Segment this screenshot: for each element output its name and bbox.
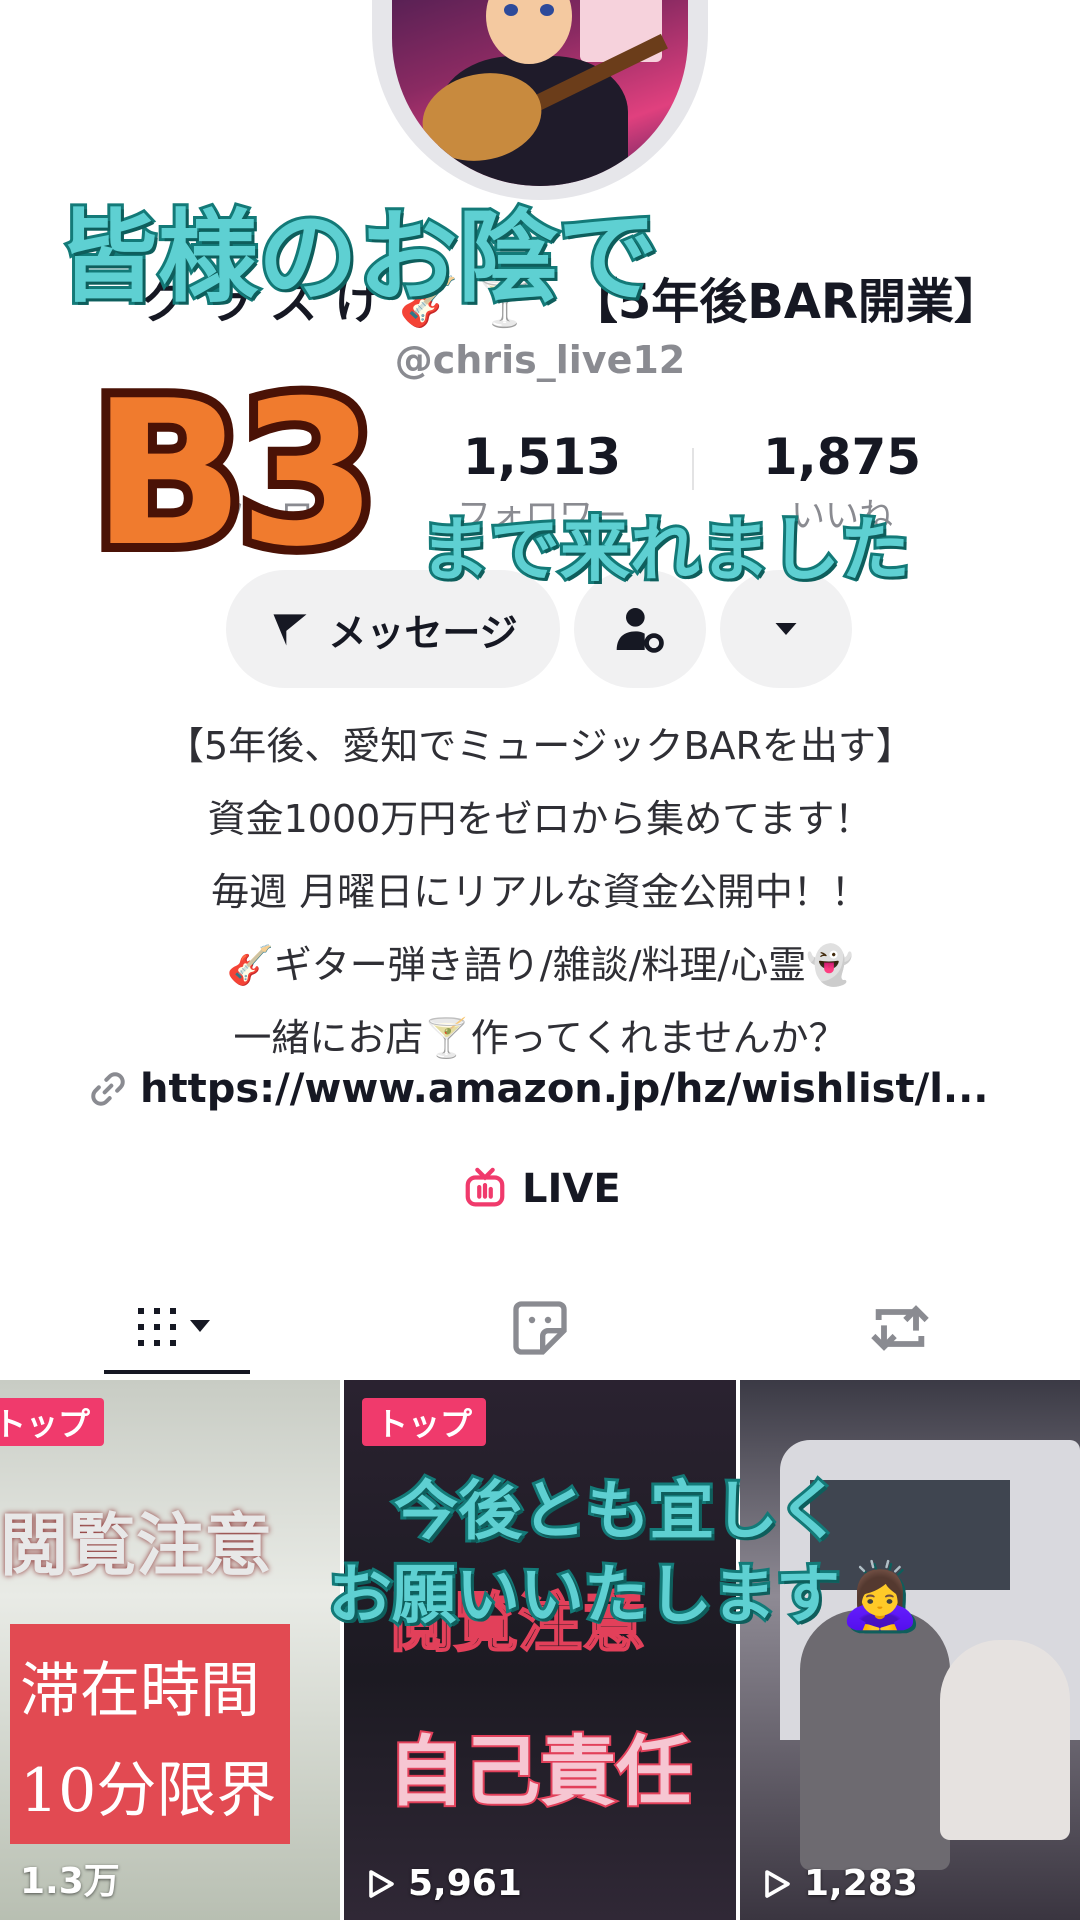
live-label: LIVE	[522, 1166, 621, 1212]
view-count-value: 1,283	[804, 1863, 918, 1904]
sticker-icon	[513, 1301, 567, 1355]
video-thumbnail[interactable]: トップ 閲覧注意 滞在時間 10分限界 1.3万	[0, 1380, 340, 1920]
play-icon	[369, 1869, 394, 1898]
bio-line: 一緒にお店🍸作ってくれませんか？	[233, 1016, 847, 1060]
thumbnail-text: 滞在時間	[20, 1656, 260, 1726]
avatar-face	[486, 0, 572, 64]
bio-line: 資金1000万円をゼロから集めてます！	[207, 797, 873, 841]
view-count-value: 5,961	[408, 1863, 522, 1904]
view-count: 1.3万	[20, 1852, 120, 1904]
thumbnail-text: 10分限界	[20, 1756, 277, 1826]
overlay-caption: 皆様のお陰で	[55, 196, 661, 319]
thumbnail-person	[800, 1610, 950, 1870]
bio-line: 【5年後、愛知でミュージックBARを出す】	[166, 724, 914, 768]
likes-count[interactable]: 1,875	[712, 428, 972, 486]
bio-line: 🎸ギター弾き語り/雑談/料理/心霊👻	[226, 943, 854, 987]
view-count: 5,961	[362, 1863, 522, 1904]
follower-count[interactable]: 1,513	[412, 428, 672, 486]
view-count-value: 1.3万	[20, 1861, 120, 1902]
repost-icon	[871, 1305, 929, 1351]
thumbnail-text: 自己責任	[386, 1725, 694, 1818]
profile-tabs	[0, 1280, 1080, 1376]
tab-videos[interactable]	[0, 1280, 360, 1376]
thumbnail-text: 閲覧注意	[0, 1506, 273, 1586]
bio-line: 毎週 月曜日にリアルな資金公開中！！	[211, 870, 869, 914]
stat-divider	[692, 448, 694, 490]
top-badge: トップ	[0, 1398, 105, 1446]
message-label: メッセージ	[328, 610, 518, 655]
videos-grid-icon	[138, 1308, 210, 1346]
play-icon	[765, 1869, 790, 1898]
profile-link[interactable]: https://www.amazon.jp/hz/wishlist/l...	[88, 1066, 989, 1112]
link-icon	[91, 1072, 125, 1106]
profile-link-text: https://www.amazon.jp/hz/wishlist/l...	[140, 1066, 989, 1112]
active-tab-indicator	[104, 1370, 250, 1374]
tv-live-icon	[465, 1167, 505, 1207]
top-badge: トップ	[362, 1398, 487, 1446]
avatar-eye	[540, 4, 554, 16]
thumbnail-person	[940, 1640, 1070, 1840]
tab-favorites[interactable]	[360, 1280, 720, 1376]
chevron-down-icon	[775, 623, 797, 635]
overlay-caption: 今後とも宜しく	[391, 1472, 845, 1552]
avatar-eye	[504, 4, 518, 16]
overlay-b3-text: B3	[83, 358, 387, 591]
overlay-caption: お願いいたします🙇‍♀️	[325, 1556, 923, 1636]
tab-reposts[interactable]	[720, 1280, 1080, 1376]
send-icon	[273, 614, 307, 646]
user-gear-icon	[616, 608, 664, 653]
view-count: 1,283	[758, 1863, 918, 1904]
live-button[interactable]: LIVE	[462, 1166, 621, 1212]
overlay-caption: まで来れました	[417, 506, 913, 594]
